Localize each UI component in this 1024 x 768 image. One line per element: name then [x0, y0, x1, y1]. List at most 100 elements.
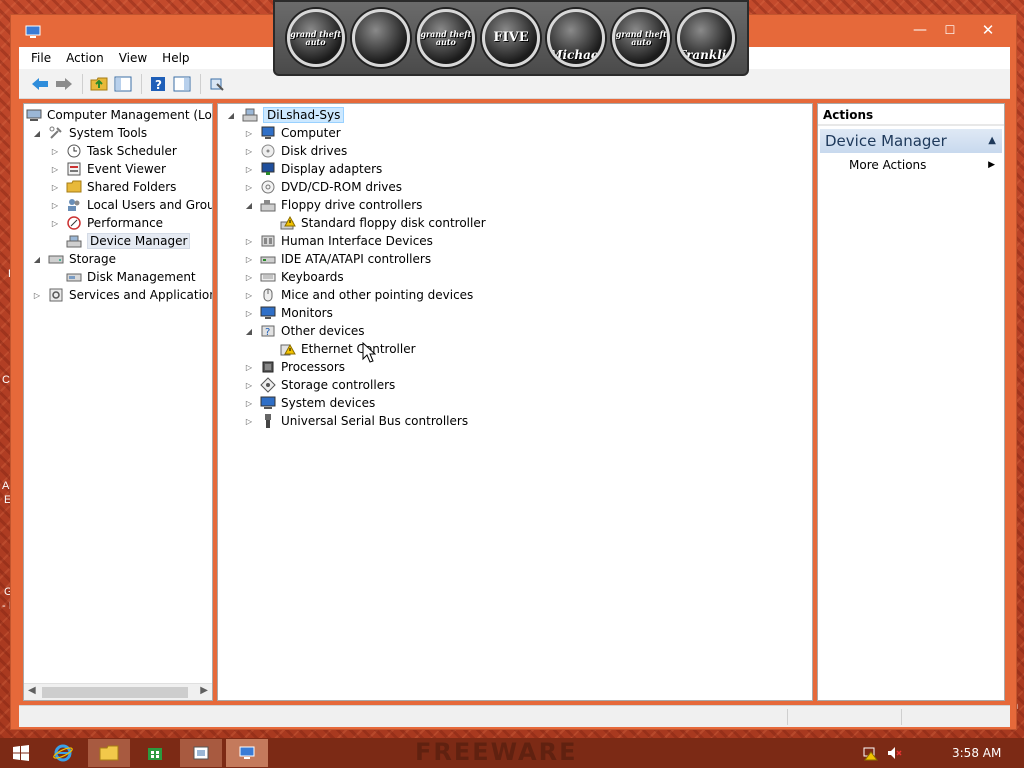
collapsed-arrow-icon[interactable]: ▷ — [32, 290, 42, 300]
collapsed-arrow-icon[interactable]: ▷ — [244, 272, 254, 282]
menu-file[interactable]: File — [31, 51, 51, 65]
svg-text:?: ? — [155, 78, 162, 92]
floppy-controller-icon — [260, 197, 276, 213]
device-root[interactable]: ◢ DiLshad-Sys — [226, 106, 345, 124]
expanded-arrow-icon[interactable]: ◢ — [244, 326, 254, 336]
collapsed-arrow-icon[interactable]: ▷ — [50, 146, 60, 156]
tree-item-label: Services and Applications — [69, 288, 213, 302]
status-divider — [901, 709, 902, 725]
device-item-floppy-controller[interactable]: Standard floppy disk controller — [280, 214, 486, 232]
up-folder-icon[interactable] — [88, 73, 110, 95]
volume-muted-icon[interactable] — [886, 745, 902, 761]
expanded-arrow-icon[interactable]: ◢ — [244, 200, 254, 210]
device-category-other[interactable]: ◢ ? Other devices — [244, 322, 365, 340]
minimize-button[interactable]: — — [905, 19, 935, 41]
taskbar-computer-management[interactable] — [226, 739, 268, 767]
tree-item-label: Task Scheduler — [87, 144, 177, 158]
device-category-label: System devices — [281, 396, 376, 410]
device-category-monitors[interactable]: ▷ Monitors — [244, 304, 333, 322]
tree-item-task-scheduler[interactable]: ▷ Task Scheduler — [50, 142, 177, 160]
device-category-keyboards[interactable]: ▷ Keyboards — [244, 268, 344, 286]
properties-icon[interactable] — [206, 73, 228, 95]
menu-action[interactable]: Action — [66, 51, 104, 65]
scrollbar-thumb[interactable] — [42, 687, 188, 698]
close-button[interactable]: ✕ — [967, 19, 1009, 41]
device-category-label: DVD/CD-ROM drives — [281, 180, 403, 194]
show-action-pane-icon[interactable] — [171, 73, 193, 95]
computer-management-app-icon[interactable] — [25, 25, 41, 39]
taskbar-file-explorer[interactable] — [88, 739, 130, 767]
taskbar-internet-explorer[interactable] — [42, 739, 84, 767]
device-item-label: Ethernet Controller — [301, 342, 416, 356]
taskbar-clock[interactable]: 3:58 AM — [952, 746, 1001, 760]
collapsed-arrow-icon[interactable]: ▷ — [50, 200, 60, 210]
device-category-ide[interactable]: ▷ IDE ATA/ATAPI controllers — [244, 250, 431, 268]
floppy-warning-icon — [280, 215, 296, 231]
tree-item-disk-management[interactable]: Disk Management — [66, 268, 196, 286]
expanded-arrow-icon[interactable]: ◢ — [32, 254, 42, 264]
horizontal-scrollbar[interactable]: ◀ ▶ — [24, 683, 212, 700]
collapsed-arrow-icon[interactable]: ▷ — [244, 164, 254, 174]
forward-arrow-icon[interactable] — [53, 73, 75, 95]
collapsed-arrow-icon[interactable]: ▷ — [244, 128, 254, 138]
device-category-storage-controllers[interactable]: ▷ Storage controllers — [244, 376, 395, 394]
more-actions-item[interactable]: More Actions ▶ — [849, 156, 999, 174]
device-category-usb[interactable]: ▷ Universal Serial Bus controllers — [244, 412, 468, 430]
collapse-up-icon[interactable]: ▲ — [988, 129, 996, 153]
device-category-computer[interactable]: ▷ Computer — [244, 124, 341, 142]
collapsed-arrow-icon[interactable]: ▷ — [244, 182, 254, 192]
menu-view[interactable]: View — [119, 51, 147, 65]
device-category-hid[interactable]: ▷ Human Interface Devices — [244, 232, 433, 250]
tree-item-storage[interactable]: ◢ Storage — [32, 250, 116, 268]
menu-help[interactable]: Help — [162, 51, 189, 65]
device-tree-pane: ◢ DiLshad-Sys ▷ Computer ▷ Disk drives ▷… — [217, 103, 813, 701]
device-category-processors[interactable]: ▷ Processors — [244, 358, 345, 376]
tree-item-performance[interactable]: ▷ Performance — [50, 214, 163, 232]
collapsed-arrow-icon[interactable]: ▷ — [244, 398, 254, 408]
help-icon[interactable]: ? — [147, 73, 169, 95]
collapsed-arrow-icon[interactable]: ▷ — [244, 308, 254, 318]
collapsed-arrow-icon[interactable]: ▷ — [244, 290, 254, 300]
collapsed-arrow-icon[interactable]: ▷ — [244, 146, 254, 156]
tree-item-local-users[interactable]: ▷ Local Users and Groups — [50, 196, 212, 214]
scroll-left-icon[interactable]: ◀ — [28, 685, 36, 696]
device-category-system-devices[interactable]: ▷ System devices — [244, 394, 375, 412]
device-category-floppy[interactable]: ◢ Floppy drive controllers — [244, 196, 423, 214]
device-category-mice[interactable]: ▷ Mice and other pointing devices — [244, 286, 473, 304]
tree-item-services-applications[interactable]: ▷ Services and Applications — [32, 286, 213, 304]
maximize-button[interactable]: ☐ — [935, 19, 965, 41]
device-category-dvd[interactable]: ▷ DVD/CD-ROM drives — [244, 178, 402, 196]
tree-item-device-manager[interactable]: Device Manager — [66, 232, 191, 250]
tree-item-shared-folders[interactable]: ▷ Shared Folders — [50, 178, 176, 196]
tree-item-system-tools[interactable]: ◢ System Tools — [32, 124, 147, 142]
collapsed-arrow-icon[interactable]: ▷ — [244, 362, 254, 372]
tree-item-computer-management[interactable]: Computer Management (Local — [26, 106, 212, 124]
collapsed-arrow-icon[interactable]: ▷ — [244, 254, 254, 264]
tree-item-label: Device Manager — [87, 233, 191, 249]
dvd-drive-icon — [260, 179, 276, 195]
scroll-right-icon[interactable]: ▶ — [200, 685, 208, 696]
expanded-arrow-icon[interactable]: ◢ — [226, 110, 236, 120]
collapsed-arrow-icon[interactable]: ▷ — [50, 182, 60, 192]
collapsed-arrow-icon[interactable]: ▷ — [50, 164, 60, 174]
device-category-disk-drives[interactable]: ▷ Disk drives — [244, 142, 347, 160]
collapsed-arrow-icon[interactable]: ▷ — [244, 416, 254, 426]
taskbar-store[interactable] — [134, 739, 176, 767]
device-item-ethernet-controller[interactable]: Ethernet Controller — [280, 340, 416, 358]
mouse-icon — [260, 287, 276, 303]
start-button[interactable] — [0, 739, 42, 767]
device-category-display-adapters[interactable]: ▷ Display adapters — [244, 160, 382, 178]
expanded-arrow-icon[interactable]: ◢ — [32, 128, 42, 138]
show-hide-tree-icon[interactable] — [112, 73, 134, 95]
actions-section-device-manager[interactable]: Device Manager ▲ — [820, 129, 1002, 153]
collapsed-arrow-icon[interactable]: ▷ — [244, 380, 254, 390]
back-arrow-icon[interactable] — [29, 73, 51, 95]
network-warning-icon[interactable] — [862, 745, 878, 761]
taskbar-app[interactable] — [180, 739, 222, 767]
console-tree-pane: Computer Management (Local ◢ System Tool… — [23, 103, 213, 701]
tree-item-event-viewer[interactable]: ▷ Event Viewer — [50, 160, 166, 178]
collapsed-arrow-icon[interactable]: ▷ — [50, 218, 60, 228]
storage-controller-icon — [260, 377, 276, 393]
collapsed-arrow-icon[interactable]: ▷ — [244, 236, 254, 246]
taskbar: FREEWARE 3:58 AM — [0, 738, 1024, 768]
